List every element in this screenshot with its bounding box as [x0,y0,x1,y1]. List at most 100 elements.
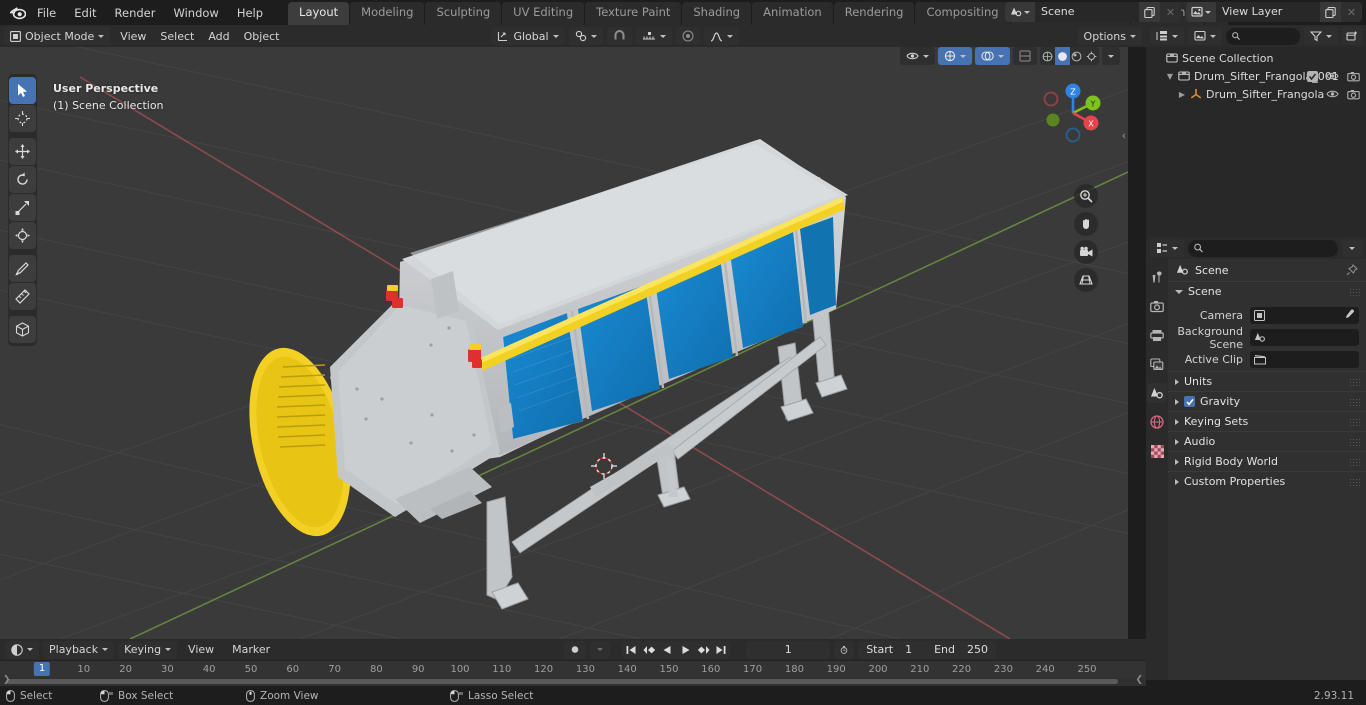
transform-orientation-dropdown[interactable]: Global [491,27,565,45]
outliner-eye-icon[interactable] [1326,89,1339,99]
object-mode-dropdown[interactable]: Object Mode [4,27,111,45]
viewport-menu-add[interactable]: Add [201,27,236,45]
auto-keying-settings[interactable] [590,640,611,659]
properties-tab-render[interactable] [1147,296,1167,316]
object-visibility-dropdown[interactable] [900,47,935,65]
add-cube-tool[interactable] [9,316,36,343]
current-frame-field[interactable]: 1 [746,640,831,659]
workspace-tab-shading[interactable]: Shading [682,2,752,25]
active-clip-field[interactable] [1250,351,1359,368]
properties-tab-output[interactable] [1147,325,1167,345]
gravity-checkbox[interactable] [1184,396,1195,407]
properties-editor-type-dropdown[interactable] [1150,239,1184,257]
frame-range-fields[interactable]: Start 1 End 250 [858,640,996,659]
timeline-menu-marker[interactable]: Marker [225,641,277,659]
play-icon[interactable] [676,641,694,659]
properties-search-box[interactable] [1188,239,1338,257]
timeline-body[interactable]: 1 10 20 30 40 50 60 70 80 90 100 110 120 130 140 150 16… [0,660,1146,686]
blender-logo-icon[interactable] [6,2,28,24]
panel-header-keying-sets[interactable]: Keying Sets [1168,411,1366,431]
properties-tab-strip[interactable] [1146,259,1168,680]
new-collection-icon[interactable] [1342,27,1362,45]
workspace-tab-modeling[interactable]: Modeling [350,2,425,25]
timeline-menu-view[interactable]: View [181,641,221,659]
transform-tool[interactable] [9,222,36,249]
camera-field[interactable] [1250,307,1359,324]
workspace-tab-animation[interactable]: Animation [752,2,833,25]
menu-edit[interactable]: Edit [65,3,105,23]
outliner-camera-icon[interactable] [1347,71,1360,82]
auto-keying-toggle[interactable] [564,640,587,659]
play-reverse-icon[interactable] [658,641,676,659]
viewport-menu-object[interactable]: Object [237,27,287,45]
scene-icon[interactable] [1005,2,1035,22]
timeline-ruler[interactable]: 1 10 20 30 40 50 60 70 80 90 100 110 120 130 140 150 16… [0,660,1146,678]
workspace-tab-sculpting[interactable]: Sculpting [425,2,502,25]
menu-window[interactable]: Window [164,3,227,23]
outliner-row-label[interactable]: Drum_Sifter_Frangola [1206,88,1324,101]
viewport-menu-view[interactable]: View [113,27,153,45]
rotate-tool[interactable] [9,166,36,193]
start-value[interactable]: 1 [905,643,912,656]
workspace-tab-rendering[interactable]: Rendering [833,2,915,25]
pan-hand-icon[interactable] [1074,212,1098,236]
properties-tab-tool[interactable] [1147,267,1167,287]
annotate-tool[interactable] [9,255,36,282]
outliner-filter-id-dropdown[interactable] [1188,27,1222,45]
xray-toggle[interactable] [1013,47,1037,65]
menu-render[interactable]: Render [106,3,165,23]
shading-mode-group[interactable] [1040,47,1099,65]
panel-header-rigid-body-world[interactable]: Rigid Body World [1168,451,1366,471]
viewport-menu-select[interactable]: Select [153,27,201,45]
overlays-toggle[interactable] [975,47,1010,65]
snap-toggle[interactable] [606,27,632,45]
chevron-right-icon[interactable]: ▶ [1176,90,1188,99]
chevron-down-icon[interactable] [1342,239,1362,257]
tweak-select-tool[interactable] [9,77,36,104]
outliner-row[interactable]: ▼ Drum_Sifter_Frangola_001 [1146,67,1366,85]
jump-start-icon[interactable] [622,641,640,659]
end-value[interactable]: 250 [967,643,988,656]
shading-solid[interactable] [1054,47,1070,65]
timeline-editor-type-dropdown[interactable] [5,640,39,659]
properties-tab-view-layer[interactable] [1147,354,1167,374]
scale-tool[interactable] [9,194,36,221]
outliner-search-box[interactable] [1226,27,1300,45]
proportional-edit-toggle[interactable] [675,27,700,45]
3d-viewport[interactable]: User Perspective (1) Scene Collection Z … [0,47,1128,639]
timeline-left-arrow[interactable]: ❯ [3,675,11,685]
remove-view-layer-icon[interactable]: ✕ [1341,2,1362,22]
properties-tab-texture[interactable] [1147,441,1167,461]
jump-end-icon[interactable] [712,641,730,659]
snap-pivot-dropdown[interactable] [568,27,603,45]
new-view-layer-icon[interactable] [1320,2,1341,22]
move-tool[interactable] [9,138,36,165]
menu-file[interactable]: File [28,3,65,23]
properties-search-input[interactable] [1207,242,1332,254]
workspace-tab-uv-editing[interactable]: UV Editing [502,2,585,25]
outliner-eye-icon[interactable] [1326,71,1339,81]
workspace-tab-texture-paint[interactable]: Texture Paint [585,2,682,25]
measure-tool[interactable] [9,283,36,310]
eyedropper-icon[interactable] [1344,309,1355,320]
toggle-ortho-icon[interactable] [1074,268,1098,292]
outliner-camera-icon[interactable] [1347,89,1360,100]
outliner-filter-dropdown[interactable] [1304,27,1338,45]
workspace-tab-compositing[interactable]: Compositing [915,2,1010,25]
panel-header-audio[interactable]: Audio [1168,431,1366,451]
zoom-icon[interactable] [1074,184,1098,208]
camera-view-icon[interactable] [1074,240,1098,264]
outliner-row[interactable]: Scene Collection [1146,49,1366,67]
menu-help[interactable]: Help [228,3,272,23]
shading-wireframe[interactable] [1040,47,1055,65]
panel-header-units[interactable]: Units [1168,371,1366,391]
outliner[interactable]: Scene Collection ▼ Drum_Sifter_Frangola_00… [1146,47,1366,237]
timeline-playhead[interactable]: 1 [33,662,51,676]
timeline-scrollbar[interactable] [6,679,1118,684]
view-layer-icon[interactable] [1186,2,1216,22]
view-layer-name[interactable]: View Layer [1216,2,1320,22]
snap-settings-dropdown[interactable] [635,27,672,45]
view-layer-datablock[interactable]: View Layer ✕ [1186,2,1362,22]
workspace-tab-layout[interactable]: Layout [288,2,350,25]
next-keyframe-icon[interactable] [694,641,712,659]
